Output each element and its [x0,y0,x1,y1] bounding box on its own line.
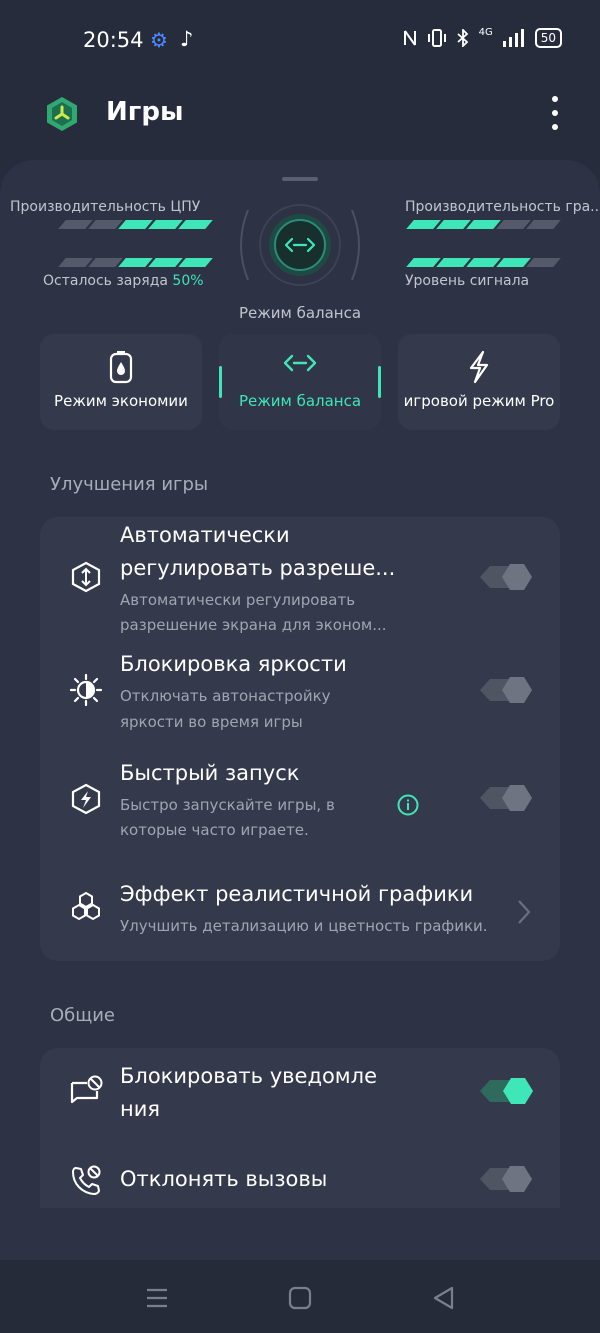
gpu-performance-label: Производительность гра... [405,199,600,215]
more-options-icon[interactable] [547,96,563,130]
reject-calls-icon [68,1162,104,1198]
chevron-right-icon [518,900,531,924]
section-title-game-improvements: Улучшения игры [50,474,209,495]
battery-drop-icon [40,350,202,384]
general-group: Блокировать уведомле ния Отклонять вызов… [40,1048,560,1208]
battery-indicator: 50 [534,28,562,48]
setting-row-brightness-lock[interactable]: Блокировка яркости Отключать автонастрой… [40,645,560,755]
info-icon[interactable] [396,793,420,817]
reject-calls-toggle[interactable] [478,1166,534,1192]
row-title: Отклонять вызовы [120,1167,328,1191]
signal-level-bars [406,258,561,267]
status-bar: 20:54 ⚙ ♪ 4G 50 [0,0,600,80]
row-title: Автоматически [120,523,290,547]
signal-level-label: Уровень сигнала [405,273,530,289]
row-title-continued: ния [120,1097,161,1121]
row-subtitle: Отключать автонастройку [120,687,331,705]
mode-card-pro-gaming[interactable]: игровой режим Pro [398,334,560,430]
home-icon[interactable] [286,1284,314,1312]
mode-label: Режим баланса [238,392,362,410]
row-subtitle: Улучшить детализацию и цветность графики… [120,917,488,935]
app-header: Игры [0,96,600,136]
mode-label: Режим экономии [54,392,188,410]
network-type: 4G [478,26,493,38]
row-title-continued: регулировать разреше... [120,556,396,580]
row-subtitle-continued: разрешение экрана для эконом... [120,616,387,634]
status-time: 20:54 [83,28,144,52]
cpu-performance-label: Производительность ЦПУ [10,199,201,215]
row-title: Быстрый запуск [120,761,300,785]
row-title: Блокировать уведомле [120,1064,377,1088]
games-logo-icon [47,97,77,131]
setting-row-quick-launch[interactable]: Быстрый запуск Быстро запускайте игры, в… [40,755,560,865]
battery-remaining-value: 50% [172,273,204,289]
row-subtitle: Быстро запускайте игры, в [120,796,335,814]
vibrate-icon [427,29,446,47]
lightning-icon [398,350,560,384]
bluetooth-icon [456,29,468,47]
settings-gear-icon: ⚙ [150,28,168,52]
block-notifications-icon [68,1074,104,1110]
recent-apps-icon[interactable] [143,1284,171,1312]
cpu-performance-bars [58,220,213,229]
row-subtitle: Автоматически регулировать [120,591,356,609]
balance-arrows-icon [219,350,381,384]
navigation-bar [0,1260,600,1333]
quick-launch-icon [68,781,104,817]
drag-handle[interactable] [282,177,318,181]
resolution-icon [68,559,104,595]
setting-row-reject-calls[interactable]: Отклонять вызовы [40,1148,560,1208]
battery-level-bars [58,258,213,267]
music-note-icon: ♪ [180,27,194,51]
game-improvements-group: Автоматически регулировать разреше... Ав… [40,517,560,961]
section-title-general: Общие [50,1005,115,1026]
row-title: Блокировка яркости [120,652,347,676]
signal-icon [502,29,524,47]
graphics-hexagons-icon [68,889,104,925]
page-title: Игры [106,97,184,127]
current-mode-label: Режим баланса [238,304,362,322]
battery-remaining-label: Осталось заряда 50% [43,273,204,289]
mode-label: игровой режим Pro [403,392,555,410]
quick-launch-toggle[interactable] [478,785,534,811]
mode-card-balance[interactable]: Режим баланса [219,334,381,430]
brightness-icon [68,672,104,708]
block-notifications-toggle[interactable] [478,1078,534,1104]
row-subtitle-continued: которые часто играете. [120,821,309,839]
nfc-icon [403,30,416,46]
row-title: Эффект реалистичной графики [120,882,474,906]
gpu-performance-bars [406,220,561,229]
status-icons: 4G 50 [402,26,562,48]
auto-resolution-toggle[interactable] [478,564,534,590]
row-subtitle-continued: яркости во время игры [120,713,303,731]
mode-card-economy[interactable]: Режим экономии [40,334,202,430]
back-icon[interactable] [430,1284,458,1312]
setting-row-realistic-graphics[interactable]: Эффект реалистичной графики Улучшить дет… [40,865,560,961]
setting-row-auto-resolution[interactable]: Автоматически регулировать разреше... Ав… [40,517,560,645]
setting-row-block-notifications[interactable]: Блокировать уведомле ния [40,1048,560,1140]
mode-gauge [240,204,360,286]
brightness-lock-toggle[interactable] [478,677,534,703]
